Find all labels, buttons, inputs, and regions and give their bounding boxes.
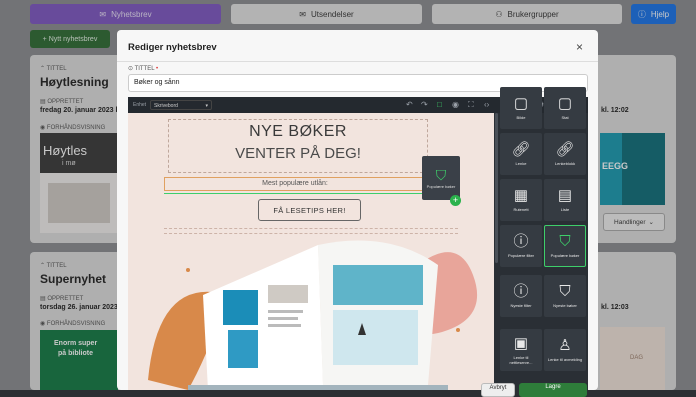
cancel-button[interactable]: Avbryt — [481, 383, 515, 397]
basket-icon: ⛉ — [435, 167, 447, 183]
add-icon: + — [450, 195, 461, 206]
link-icon: 🔗︎ — [511, 141, 531, 158]
edit-newsletter-modal: Rediger nyhetsbrev × ⊙ TITTEL • Bøker og… — [117, 30, 598, 390]
device-label: Enhet — [133, 102, 147, 108]
email-canvas[interactable]: NYE BØKER VENTER PÅ DEG! Mest populære u… — [128, 113, 494, 390]
grid-icon: ▦ — [513, 187, 529, 204]
open-book-illustration — [148, 240, 478, 390]
unsubscribe-icon: ♙ — [558, 337, 572, 354]
reading-tips-button[interactable]: FÅ LESETIPS HER! — [258, 199, 361, 221]
heading-waiting[interactable]: VENTER PÅ DEG! — [168, 145, 428, 162]
block-link[interactable]: 🔗︎ Lenke — [500, 133, 542, 175]
eye-icon[interactable]: ◉ — [452, 100, 459, 109]
list-icon: ▤ — [557, 187, 573, 204]
block-grid[interactable]: ▦ Rutenett — [500, 179, 542, 221]
block-panel: ▢ Bilde ▢ Stat 🔗︎ Lenke 🔗︎ Lenkeblokk ▦ Ruten… — [494, 87, 588, 390]
block-stat[interactable]: ▢ Stat — [544, 87, 586, 129]
select-icon[interactable]: □ — [437, 100, 442, 109]
close-icon[interactable]: × — [576, 40, 583, 54]
fullscreen-icon[interactable]: ⛶ — [468, 100, 474, 110]
browser-icon: ▣ — [513, 334, 529, 352]
basket-icon: ⛉ — [559, 283, 571, 300]
modal-title: Rediger nyhetsbrev — [128, 42, 217, 53]
popular-loans-text: Mest populære utlån: — [262, 180, 328, 187]
block-link-block[interactable]: 🔗︎ Lenkeblokk — [544, 133, 586, 175]
block-browser-link[interactable]: ▣ Lenke til nettleserve... — [500, 329, 542, 371]
basket-icon: ⛉ — [559, 233, 571, 250]
undo-icon[interactable]: ↶ — [406, 100, 413, 109]
block-popular-books[interactable]: ⛉ Populære bøker — [544, 225, 586, 267]
info-icon: ⓘ — [513, 233, 529, 250]
block-popular-filter[interactable]: ⓘ Populære filter — [500, 225, 542, 267]
email-editor: Enhet Skrivebord▾ ↶ ↷ □ ◉ ⛶ ‹› ▲ ✎ ⚙ ≡ ⊞… — [128, 87, 588, 390]
link-block-icon: 🔗︎ — [555, 141, 575, 158]
block-unsubscribe-link[interactable]: ♙ Lenke til avmelding — [544, 329, 586, 371]
heading-new-books[interactable]: NYE BØKER — [168, 123, 428, 141]
device-select[interactable]: Skrivebord ▾ — [150, 100, 212, 110]
cancel-label: Avbryt — [489, 385, 507, 391]
block-list[interactable]: ▤ Liste — [544, 179, 586, 221]
block-newest-books[interactable]: ⛉ Nyeste bøker — [544, 275, 586, 317]
panel-scrollbar[interactable] — [495, 113, 498, 263]
info-icon: ⓘ — [513, 283, 529, 300]
code-icon[interactable]: ‹› — [484, 100, 489, 109]
title-field-label: ⊙ TITTEL • — [128, 66, 159, 72]
chevron-down-icon: ▾ — [205, 103, 208, 109]
drop-indicator — [164, 193, 454, 194]
redo-icon[interactable]: ↷ — [421, 100, 428, 109]
circle-icon: ⊙ — [128, 66, 134, 72]
block-newest-filter[interactable]: ⓘ Nyeste filter — [500, 275, 542, 317]
save-label: Lagre — [545, 384, 561, 390]
save-button[interactable]: Lagre — [519, 383, 587, 397]
dragged-popular-books-block[interactable]: ⛉ Populære bøker — [422, 156, 460, 200]
block-image[interactable]: ▢ Bilde — [500, 87, 542, 129]
